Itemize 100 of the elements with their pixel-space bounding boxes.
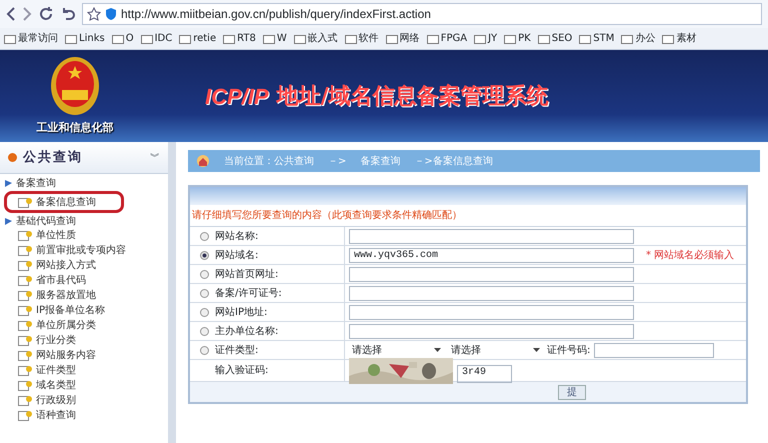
tree-item[interactable]: 省市县代码	[4, 273, 168, 288]
group-icon	[4, 217, 14, 226]
bookmark-item[interactable]: W	[262, 31, 287, 46]
bookmark-item[interactable]: 最常访问	[4, 31, 58, 46]
tree-item[interactable]: 行政级别	[4, 393, 168, 408]
tree-item[interactable]: 域名类型	[4, 378, 168, 393]
input-field[interactable]	[349, 324, 634, 338]
radio-button[interactable]	[200, 346, 209, 354]
tree-item[interactable]: 单位性质	[4, 228, 168, 243]
shield-icon	[105, 7, 117, 21]
star-icon[interactable]	[87, 7, 101, 21]
address-bar[interactable]: http://www.miitbeian.gov.cn/publish/query/indexFirst.action	[82, 3, 762, 25]
input-field[interactable]	[349, 286, 634, 300]
document-icon	[18, 305, 32, 316]
input-field[interactable]	[349, 266, 634, 282]
instruction-text: 请仔细填写您所要查询的内容（此项查询要求条件精确匹配）	[190, 205, 746, 227]
folder-icon	[262, 34, 275, 44]
forward-icon[interactable]	[22, 6, 32, 22]
tree-group[interactable]: 备案查询	[4, 177, 168, 190]
bullet-icon	[8, 153, 17, 162]
input-field[interactable]	[349, 304, 634, 320]
bookmark-item[interactable]: PK	[504, 31, 531, 46]
caret-icon	[434, 348, 441, 352]
folder-icon	[65, 34, 77, 44]
undo-icon[interactable]	[60, 6, 76, 22]
submit-button[interactable]: 提	[558, 384, 586, 400]
tree-item[interactable]: 单位所属分类	[4, 318, 168, 333]
item-label: 网站接入方式	[36, 258, 96, 273]
ministry-name: 工业和信息化部	[36, 120, 114, 136]
field-label: 证件号码:	[547, 344, 590, 358]
collapse-toggle[interactable]: ︾	[150, 150, 160, 165]
bookmark-item[interactable]: FPGA	[426, 31, 468, 46]
tree-item[interactable]: 语种查询	[4, 408, 168, 423]
document-icon	[18, 410, 32, 421]
bookmark-item[interactable]: JY	[474, 31, 498, 46]
tree-item[interactable]: 备案信息查询	[4, 191, 124, 213]
bookmark-item[interactable]: 软件	[344, 31, 379, 46]
item-label: 行业分类	[36, 334, 76, 348]
tree-item[interactable]: IP报备单位名称	[4, 303, 168, 318]
breadcrumb-text: 备案查询	[360, 154, 400, 168]
item-label: 单位性质	[36, 228, 76, 243]
input-field[interactable]	[349, 228, 634, 244]
breadcrumb-text: －>备案信息查询	[414, 154, 493, 168]
select-field[interactable]: 请选择	[448, 342, 543, 358]
radio-button[interactable]	[200, 270, 209, 278]
item-label: 省市县代码	[36, 274, 86, 288]
bookmark-item[interactable]: 素材	[662, 31, 696, 46]
radio-button[interactable]	[200, 250, 209, 260]
field-label: 网站名称:	[215, 230, 258, 244]
tree-item[interactable]: 前置审批或专项内容	[4, 243, 168, 258]
field-label: 输入验证码:	[215, 364, 268, 378]
document-icon	[18, 350, 32, 361]
radio-button[interactable]	[200, 232, 209, 240]
sidebar-title: 公共查询	[23, 148, 83, 167]
item-label: IP报备单位名称	[36, 304, 105, 318]
input-field[interactable]: www.yqv365.com	[349, 248, 634, 262]
folder-icon	[579, 34, 592, 44]
tree-item[interactable]: 网站服务内容	[4, 348, 168, 363]
breadcrumb-text: －>	[328, 154, 346, 168]
radio-button[interactable]	[200, 308, 209, 316]
bookmark-item[interactable]: Links	[65, 31, 105, 46]
field-label: 备案/许可证号:	[215, 286, 282, 300]
bookmark-item[interactable]: O	[112, 31, 134, 46]
document-icon	[18, 380, 32, 391]
input-field[interactable]	[594, 342, 714, 358]
bookmark-item[interactable]: STM	[579, 31, 614, 46]
reload-icon[interactable]	[38, 6, 54, 22]
radio-button[interactable]	[200, 288, 209, 298]
document-icon	[18, 245, 32, 256]
tree-item[interactable]: 网站接入方式	[4, 258, 168, 273]
back-icon[interactable]	[6, 6, 16, 22]
bookmark-item[interactable]: 办公	[621, 31, 656, 46]
radio-button[interactable]	[200, 326, 209, 336]
folder-icon	[504, 34, 516, 44]
document-icon	[18, 260, 32, 271]
folder-icon	[621, 34, 634, 44]
captcha-input[interactable]: 3r49	[457, 364, 512, 382]
tree-item[interactable]: 证件类型	[4, 363, 168, 378]
bookmark-item[interactable]: RT8	[223, 31, 256, 46]
caret-icon	[533, 348, 540, 352]
bookmark-item[interactable]: retie	[179, 31, 216, 46]
tree-item[interactable]: 服务器放置地	[4, 288, 168, 303]
group-icon	[4, 179, 14, 188]
bookmark-item[interactable]: SEO	[538, 31, 572, 46]
field-label: 网站首页网址:	[215, 268, 278, 282]
item-label: 网站服务内容	[36, 348, 96, 363]
folder-icon	[426, 34, 439, 44]
folder-icon	[662, 34, 674, 44]
tree-item[interactable]: 行业分类	[4, 333, 168, 348]
field-label: 证件类型:	[215, 344, 258, 358]
group-label: 基础代码查询	[16, 214, 76, 229]
bookmark-item[interactable]: 嵌入式	[294, 31, 338, 46]
bookmark-item[interactable]: 网络	[386, 31, 420, 46]
bookmark-item[interactable]: IDC	[140, 31, 172, 46]
item-label: 前置审批或专项内容	[36, 244, 126, 258]
tree-group[interactable]: 基础代码查询	[4, 215, 168, 228]
home-icon	[196, 154, 210, 168]
select-field[interactable]: 请选择	[349, 342, 444, 358]
group-label: 备案查询	[16, 176, 56, 191]
item-label: 证件类型	[36, 364, 76, 378]
